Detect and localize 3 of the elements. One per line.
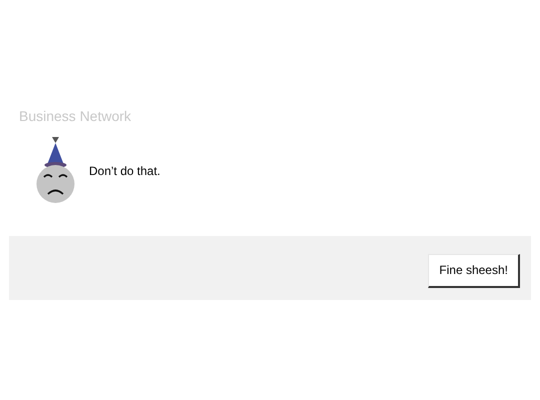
message-text: Don’t do that. [89, 164, 160, 178]
confirm-button[interactable]: Fine sheesh! [428, 254, 520, 288]
grumpy-wizard-icon [35, 137, 77, 205]
